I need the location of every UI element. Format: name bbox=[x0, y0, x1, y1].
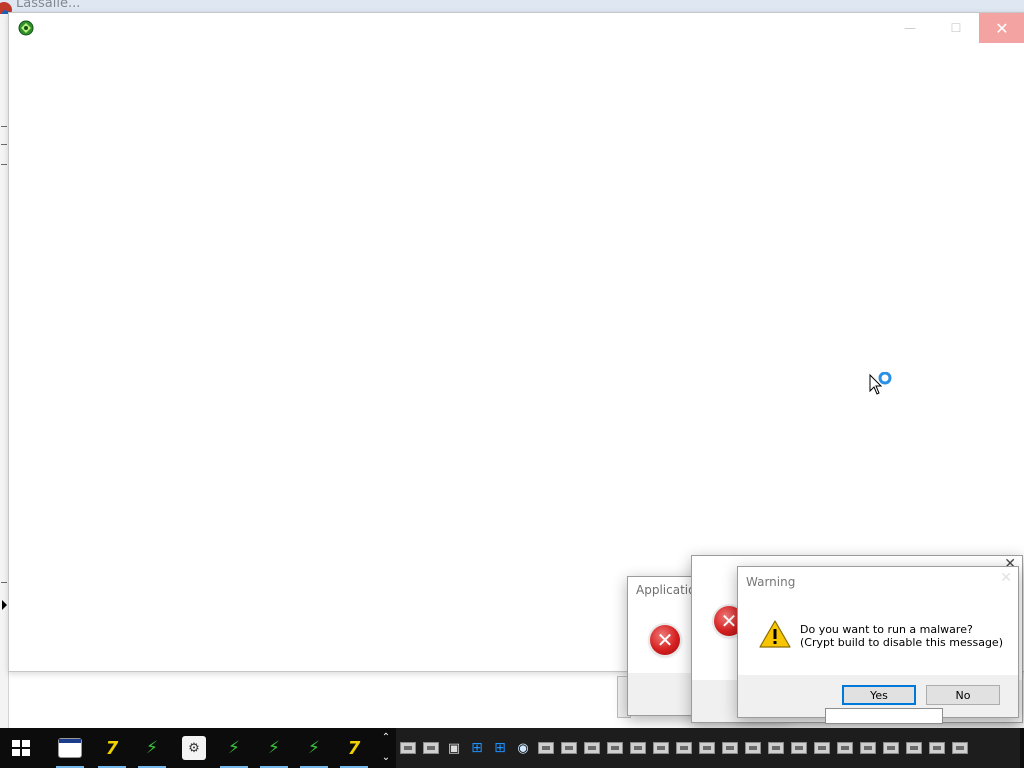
dialog-title: Warning bbox=[746, 575, 796, 589]
script-icon: ⚡ bbox=[228, 738, 240, 758]
tray-app-icon[interactable] bbox=[606, 741, 624, 755]
tray-app-icon[interactable] bbox=[698, 741, 716, 755]
7zip-icon: 7 bbox=[347, 737, 361, 759]
tray-app-icon[interactable] bbox=[652, 741, 670, 755]
taskbar-app-script[interactable]: ⚡ bbox=[134, 728, 170, 768]
edge-mark bbox=[1, 164, 7, 165]
tray-app-icon[interactable] bbox=[675, 741, 693, 755]
tray-app-icon[interactable] bbox=[813, 741, 831, 755]
edge-mark bbox=[1, 126, 7, 127]
chevron-up-icon[interactable]: ⌃ bbox=[378, 728, 394, 748]
tray-app-icon[interactable] bbox=[744, 741, 762, 755]
background-window-title: Lassalle... bbox=[16, 0, 81, 11]
7zip-icon: 7 bbox=[105, 737, 119, 759]
tray-app-icon[interactable] bbox=[721, 741, 739, 755]
busy-cursor-icon bbox=[869, 372, 892, 395]
taskbar-app-7zip[interactable]: 7 bbox=[94, 728, 130, 768]
tray-app-icon[interactable] bbox=[882, 741, 900, 755]
up-arrow-icon[interactable]: ◉ bbox=[514, 741, 532, 756]
chevron-down-icon[interactable]: ⌄ bbox=[378, 748, 394, 768]
tool-icon: ⚙ bbox=[182, 736, 206, 760]
edge-arrow-icon bbox=[2, 600, 7, 610]
tray-app-icon[interactable] bbox=[629, 741, 647, 755]
taskbar-app-script[interactable]: ⚡ bbox=[256, 728, 292, 768]
tray-app-icon[interactable] bbox=[422, 741, 440, 755]
taskbar-app-tool[interactable]: ⚙ bbox=[176, 728, 212, 768]
tray-app-icon[interactable] bbox=[905, 741, 923, 755]
notification-tray: ▣ ⊞ ⊞ ◉ bbox=[396, 728, 1020, 768]
yes-button[interactable]: Yes bbox=[842, 685, 916, 705]
app-icon bbox=[18, 20, 34, 36]
script-icon: ⚡ bbox=[146, 738, 158, 758]
tray-app-icon[interactable] bbox=[537, 741, 555, 755]
warning-icon bbox=[759, 620, 791, 648]
tray-app-icon[interactable] bbox=[583, 741, 601, 755]
message-line: (Crypt build to disable this message) bbox=[800, 636, 1003, 649]
taskbar-app-script[interactable]: ⚡ bbox=[296, 728, 332, 768]
tray-app-icon[interactable] bbox=[790, 741, 808, 755]
windows-icon[interactable]: ⊞ bbox=[491, 740, 509, 756]
start-button[interactable] bbox=[10, 738, 32, 758]
script-icon: ⚡ bbox=[308, 738, 320, 758]
edge-mark bbox=[1, 582, 7, 583]
warning-message: Do you want to run a malware? (Crypt bui… bbox=[800, 623, 1003, 649]
message-line: Do you want to run a malware? bbox=[800, 623, 973, 636]
taskbar: 7 ⚡ ⚙ ⚡ ⚡ ⚡ 7 ⌃ ⌄ ▣ ⊞ ⊞ ◉ bbox=[0, 728, 1024, 768]
minimize-button[interactable]: — bbox=[887, 13, 933, 43]
partial-tooltip bbox=[825, 708, 943, 724]
script-icon: ⚡ bbox=[268, 738, 280, 758]
taskbar-app-script[interactable]: ⚡ bbox=[216, 728, 252, 768]
no-button[interactable]: No bbox=[926, 685, 1000, 705]
edge-mark bbox=[1, 144, 7, 145]
windows-icon[interactable]: ⊞ bbox=[468, 740, 486, 756]
windows-logo-icon bbox=[12, 740, 30, 756]
taskbar-app-7zip[interactable]: 7 bbox=[336, 728, 372, 768]
minimize-icon: — bbox=[904, 21, 916, 35]
taskbar-scroll[interactable]: ⌃ ⌄ bbox=[378, 728, 394, 768]
tray-app-icon[interactable] bbox=[859, 741, 877, 755]
close-button[interactable]: ✕ bbox=[979, 13, 1024, 43]
close-icon[interactable]: ✕ bbox=[1000, 570, 1012, 586]
tray-app-icon[interactable] bbox=[951, 741, 969, 755]
warning-dialog[interactable]: Warning ✕ Do you want to run a malware? … bbox=[737, 566, 1019, 718]
window-app-icon bbox=[58, 738, 82, 758]
tray-app-icon[interactable] bbox=[560, 741, 578, 755]
close-icon: ✕ bbox=[995, 18, 1009, 38]
tray-app-icon[interactable] bbox=[928, 741, 946, 755]
taskbar-app-window[interactable] bbox=[52, 728, 88, 768]
error-icon: ✕ bbox=[650, 625, 680, 655]
maximize-button[interactable]: ☐ bbox=[933, 13, 979, 43]
tray-app-icon[interactable] bbox=[767, 741, 785, 755]
tray-app-icon[interactable] bbox=[399, 741, 417, 755]
tray-app-icon[interactable] bbox=[836, 741, 854, 755]
cube-icon[interactable]: ▣ bbox=[445, 741, 463, 756]
maximize-icon: ☐ bbox=[950, 21, 962, 35]
